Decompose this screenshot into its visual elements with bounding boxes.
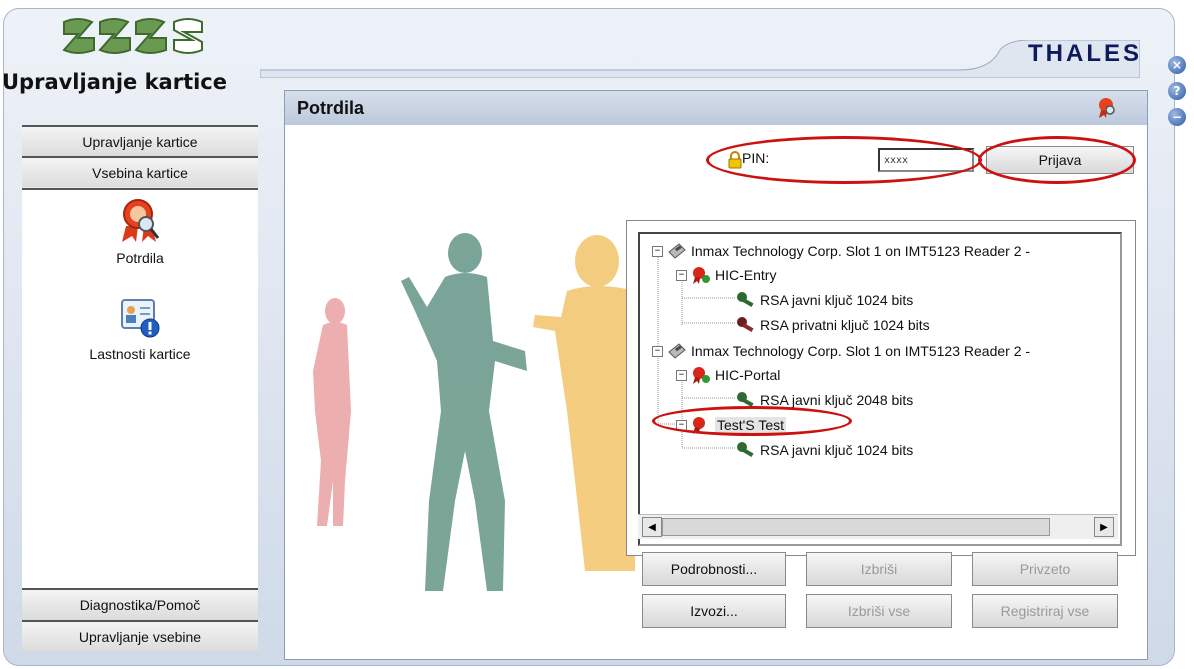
tree-item-key[interactable]: RSA javni ključ 1024 bits [736,439,913,461]
export-button[interactable]: Izvozi... [642,594,786,628]
default-button[interactable]: Privzeto [972,552,1118,586]
collapse-icon[interactable]: − [676,419,687,431]
public-key-icon [737,292,754,307]
main-header: Potrdila [285,91,1147,125]
nav-item-label: Lastnosti kartice [89,346,191,362]
lock-icon [728,151,742,169]
help-icon: ? [1173,84,1181,98]
tree-item-label: RSA javni ključ 1024 bits [760,442,914,458]
scroll-right-icon[interactable]: ▶ [1094,517,1114,537]
login-button[interactable]: Prijava [986,146,1134,174]
people-illustration [313,233,635,591]
page-title: Potrdila [297,98,365,118]
tree-item-label: Inmax Technology Corp. Slot 1 on IMT5123… [691,343,1031,359]
tree-item-certificate[interactable]: − HIC-Portal [676,364,780,386]
card-reader-icon [668,243,686,259]
nav-upravljanje-kartice[interactable]: Upravljanje kartice [22,125,258,156]
register-all-button[interactable]: Registriraj vse [972,594,1118,628]
tree-item-label: RSA javni ključ 1024 bits [760,292,914,308]
tree-item-key[interactable]: RSA javni ključ 1024 bits [736,289,913,311]
close-button[interactable]: × [1168,56,1186,74]
collapse-icon[interactable]: − [676,269,687,281]
certificate-tree[interactable]: − Inmax Technology Corp. Slot 1 on IMT51… [638,232,1122,546]
minimize-button[interactable]: − [1168,108,1186,126]
sidebar-panel: Potrdila Lastnosti kartice [22,188,258,588]
app-title: Upravljanje kartice [2,70,227,94]
tree-item-reader[interactable]: − Inmax Technology Corp. Slot 1 on IMT51… [652,340,1030,362]
tree-item-certificate[interactable]: − HIC-Entry [676,264,776,286]
certificate-icon [693,417,705,434]
public-key-icon [737,392,754,407]
help-button[interactable]: ? [1168,82,1186,100]
collapse-icon[interactable]: − [652,345,663,357]
private-key-icon [737,317,754,332]
tree-item-key[interactable]: RSA javni ključ 2048 bits [736,389,913,411]
delete-button[interactable]: Izbriši [806,552,952,586]
tree-item-reader[interactable]: − Inmax Technology Corp. Slot 1 on IMT51… [652,240,1030,262]
card-properties-icon [121,299,160,338]
collapse-icon[interactable]: − [676,369,687,381]
tree-item-certificate[interactable]: − Test'S Test [676,414,786,436]
brand-logo: THALES [1028,40,1142,67]
nav-vsebina-kartice[interactable]: Vsebina kartice [22,156,258,187]
tree-item-label: HIC-Entry [715,267,777,283]
tree-item-key[interactable]: RSA privatni ključ 1024 bits [736,314,930,336]
zzzs-logo [62,18,203,54]
certificate-icon [122,199,160,242]
nav-item-label: Potrdila [116,250,164,266]
tree-item-label: Test'S Test [715,417,786,433]
tree-item-label: RSA javni ključ 2048 bits [760,392,914,408]
collapse-icon[interactable]: − [652,245,663,257]
top-bar [260,40,1140,78]
minimize-icon: − [1171,110,1183,124]
public-key-icon [737,442,754,457]
nav-diagnostika-pomoc[interactable]: Diagnostika/Pomoč [22,588,258,619]
tree-item-label: RSA privatni ključ 1024 bits [760,317,930,333]
tree-item-label: HIC-Portal [715,367,781,383]
tree-item-label: Inmax Technology Corp. Slot 1 on IMT5123… [691,243,1031,259]
nav-item-potrdila[interactable]: Potrdila [22,196,258,266]
close-icon: × [1171,58,1183,72]
certificate-icon [693,267,710,284]
scroll-left-icon[interactable]: ◀ [642,517,662,537]
details-button[interactable]: Podrobnosti... [642,552,786,586]
card-reader-icon [668,343,686,359]
pin-label: PIN: [742,150,770,166]
certificate-icon [1099,98,1115,118]
scrollbar-thumb[interactable] [662,518,1050,536]
horizontal-scrollbar[interactable]: ◀ ▶ [638,514,1118,539]
pin-input[interactable] [878,148,974,172]
delete-all-button[interactable]: Izbriši vse [806,594,952,628]
nav-item-lastnosti-kartice[interactable]: Lastnosti kartice [22,296,258,362]
certificate-icon [693,367,710,384]
nav-upravljanje-vsebine[interactable]: Upravljanje vsebine [22,620,258,651]
